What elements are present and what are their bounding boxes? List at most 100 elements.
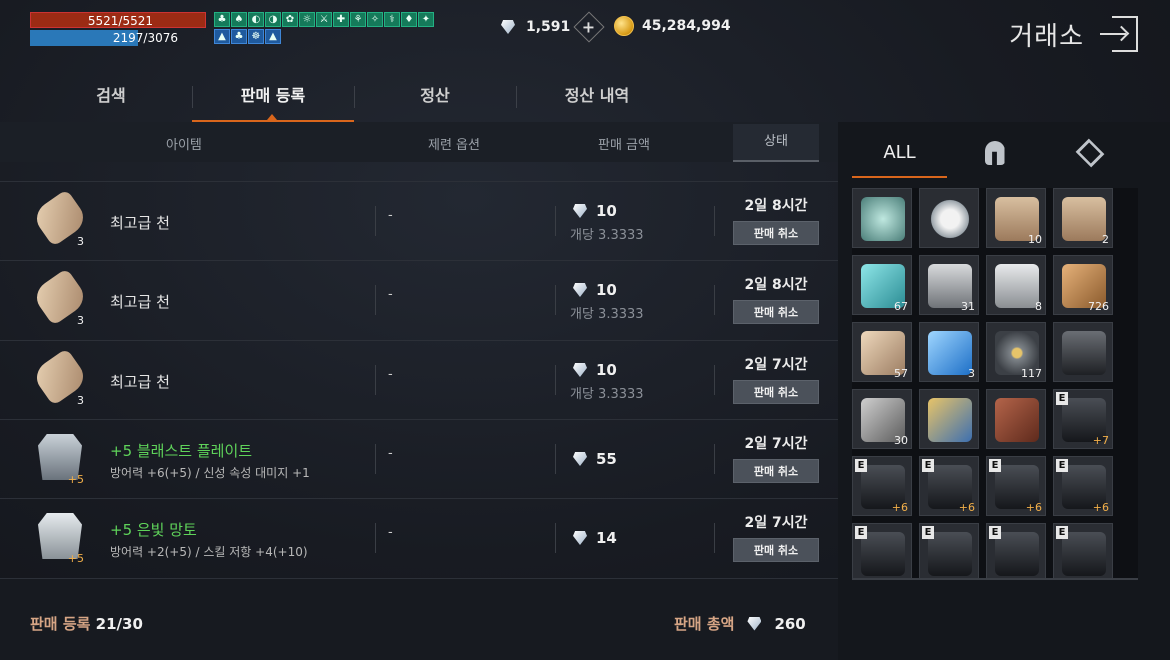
buff-icon[interactable]: ✧ bbox=[367, 12, 383, 27]
inventory-slot[interactable]: 57 bbox=[852, 322, 912, 382]
buff-icon[interactable]: ▲ bbox=[265, 29, 281, 44]
inventory-slot[interactable]: E +6 bbox=[852, 456, 912, 516]
header-price: 판매 금액 bbox=[598, 138, 650, 153]
table-row[interactable]: 3 최고급 천 - 10 개당 3.3333 2일 8시간 판매 취소 bbox=[0, 181, 838, 260]
inventory-slot[interactable]: E bbox=[852, 523, 912, 580]
dark-shoulder-icon bbox=[861, 532, 905, 576]
tab-settlement-history[interactable]: 정산 내역 bbox=[516, 78, 678, 122]
tab-search[interactable]: 검색 bbox=[30, 78, 192, 122]
inventory-slot[interactable]: E +6 bbox=[1053, 456, 1113, 516]
item-stats: 방어력 +2(+5) / 스킬 저항 +4(+10) bbox=[110, 545, 308, 559]
remaining-time: 2일 7시간 bbox=[744, 357, 808, 373]
buff-icon[interactable]: ♣ bbox=[214, 12, 230, 27]
page-title: 거래소 bbox=[1009, 22, 1084, 52]
inventory-tabs: ALL bbox=[852, 136, 1138, 178]
diamond-icon bbox=[570, 283, 590, 297]
tab-settlement[interactable]: 정산 bbox=[354, 78, 516, 122]
table-row[interactable]: +5 +5 블래스트 플레이트 방어력 +6(+5) / 신성 속성 대미지 +… bbox=[0, 419, 838, 498]
header-option: 제련 옵션 bbox=[428, 138, 480, 153]
buff-icon[interactable]: ♦ bbox=[401, 12, 417, 27]
inventory-slot[interactable]: E bbox=[986, 523, 1046, 580]
inventory-slot[interactable]: 3 bbox=[919, 322, 979, 382]
slot-count: 117 bbox=[1021, 367, 1042, 380]
inventory-slot[interactable] bbox=[852, 188, 912, 248]
inventory-slot[interactable]: 10 bbox=[986, 188, 1046, 248]
buff-icon[interactable]: ✚ bbox=[333, 12, 349, 27]
inventory-slot[interactable] bbox=[986, 389, 1046, 449]
item-price: 10 bbox=[570, 281, 617, 299]
cancel-sale-button[interactable]: 판매 취소 bbox=[733, 459, 819, 483]
box-icon bbox=[1075, 138, 1104, 168]
table-row[interactable]: 3 최고급 천 - 10 개당 3.3333 2일 7시간 판매 취소 bbox=[0, 340, 838, 419]
inventory-slot[interactable]: E +6 bbox=[986, 456, 1046, 516]
equipped-badge: E bbox=[855, 459, 867, 472]
buff-icon[interactable]: ♠ bbox=[231, 12, 247, 27]
inventory-grid[interactable]: 10 2 67 31 8 726 57 3 117 30 E +7 E +6 E +6 E +6 E +6 E E E E bbox=[852, 188, 1138, 580]
cancel-sale-button[interactable]: 판매 취소 bbox=[733, 221, 819, 245]
diamond-icon bbox=[570, 452, 590, 466]
buff-icon[interactable]: ⚘ bbox=[350, 12, 366, 27]
buff-icon[interactable]: ✦ bbox=[418, 12, 434, 27]
add-diamond-button[interactable]: + bbox=[573, 11, 605, 43]
slot-count: +6 bbox=[891, 501, 908, 514]
tab-sell-register[interactable]: 판매 등록 bbox=[192, 78, 354, 122]
inventory-slot[interactable]: E bbox=[919, 523, 979, 580]
inventory-slot[interactable]: 31 bbox=[919, 255, 979, 315]
cancel-sale-button[interactable]: 판매 취소 bbox=[733, 538, 819, 562]
inventory-slot[interactable]: 117 bbox=[986, 322, 1046, 382]
inventory-slot[interactable]: 726 bbox=[1053, 255, 1113, 315]
item-option: - bbox=[388, 367, 393, 382]
equipped-badge: E bbox=[989, 459, 1001, 472]
buff-icon[interactable]: ⚔ bbox=[316, 12, 332, 27]
equipped-badge: E bbox=[1056, 459, 1068, 472]
table-header: 아이템 제련 옵션 판매 금액 상태 bbox=[0, 122, 838, 162]
buff-icon[interactable]: ◑ bbox=[265, 12, 281, 27]
slot-count: +7 bbox=[1092, 434, 1109, 447]
header-status[interactable]: 상태 bbox=[733, 124, 819, 162]
inventory-slot[interactable] bbox=[919, 188, 979, 248]
tab-equipment[interactable] bbox=[947, 136, 1042, 178]
slot-count: 2 bbox=[1102, 233, 1109, 246]
tab-materials[interactable] bbox=[1042, 136, 1137, 178]
buff-icon[interactable]: ♣ bbox=[231, 29, 247, 44]
dark-glove-icon bbox=[928, 532, 972, 576]
exit-arrow-icon[interactable] bbox=[1100, 33, 1126, 35]
gold-coin-icon bbox=[614, 16, 634, 36]
sell-register-count: 판매 등록 21/30 bbox=[30, 615, 143, 633]
inventory-slot[interactable]: 67 bbox=[852, 255, 912, 315]
sell-list[interactable]: 3 최고급 천 - 10 개당 3.3333 2일 8시간 판매 취소 3 최고… bbox=[0, 160, 838, 578]
tab-all[interactable]: ALL bbox=[852, 136, 947, 178]
diamond-icon bbox=[570, 204, 590, 218]
buff-icon[interactable]: ▲ bbox=[214, 29, 230, 44]
diamond-currency: 1,591 + bbox=[498, 11, 605, 43]
item-option: - bbox=[388, 525, 393, 540]
inventory-slot[interactable]: E +7 bbox=[1053, 389, 1113, 449]
gold-currency: 45,284,994 bbox=[614, 16, 731, 36]
inventory-slot[interactable] bbox=[919, 389, 979, 449]
cancel-sale-button[interactable]: 판매 취소 bbox=[733, 300, 819, 324]
item-option: - bbox=[388, 208, 393, 223]
buff-icon[interactable]: ✿ bbox=[282, 12, 298, 27]
buff-icon[interactable]: ⚕ bbox=[384, 12, 400, 27]
divider bbox=[852, 578, 1138, 580]
table-row[interactable]: 3 최고급 천 - 10 개당 3.3333 2일 8시간 판매 취소 bbox=[0, 260, 838, 339]
inventory-slot[interactable]: 2 bbox=[1053, 188, 1113, 248]
inventory-slot[interactable]: 30 bbox=[852, 389, 912, 449]
unit-price: 개당 3.3333 bbox=[570, 387, 644, 402]
inventory-slot[interactable] bbox=[1053, 322, 1113, 382]
cloth-item-icon: 3 bbox=[30, 347, 90, 411]
equipped-badge: E bbox=[989, 526, 1001, 539]
item-price: 10 bbox=[570, 361, 617, 379]
item-option: - bbox=[388, 446, 393, 461]
inventory-slot[interactable]: 8 bbox=[986, 255, 1046, 315]
table-row[interactable]: +5 +5 은빛 망토 방어력 +2(+5) / 스킬 저항 +4(+10) -… bbox=[0, 498, 838, 577]
cancel-sale-button[interactable]: 판매 취소 bbox=[733, 380, 819, 404]
equipped-badge: E bbox=[1056, 526, 1068, 539]
inventory-slot[interactable]: E bbox=[1053, 523, 1113, 580]
item-enhance-level: +5 bbox=[67, 473, 84, 486]
inventory-slot[interactable]: E +6 bbox=[919, 456, 979, 516]
buff-icon[interactable]: ☼ bbox=[299, 12, 315, 27]
item-name: 최고급 천 bbox=[110, 373, 170, 391]
buff-icon[interactable]: ◐ bbox=[248, 12, 264, 27]
buff-icon[interactable]: ☸ bbox=[248, 29, 264, 44]
